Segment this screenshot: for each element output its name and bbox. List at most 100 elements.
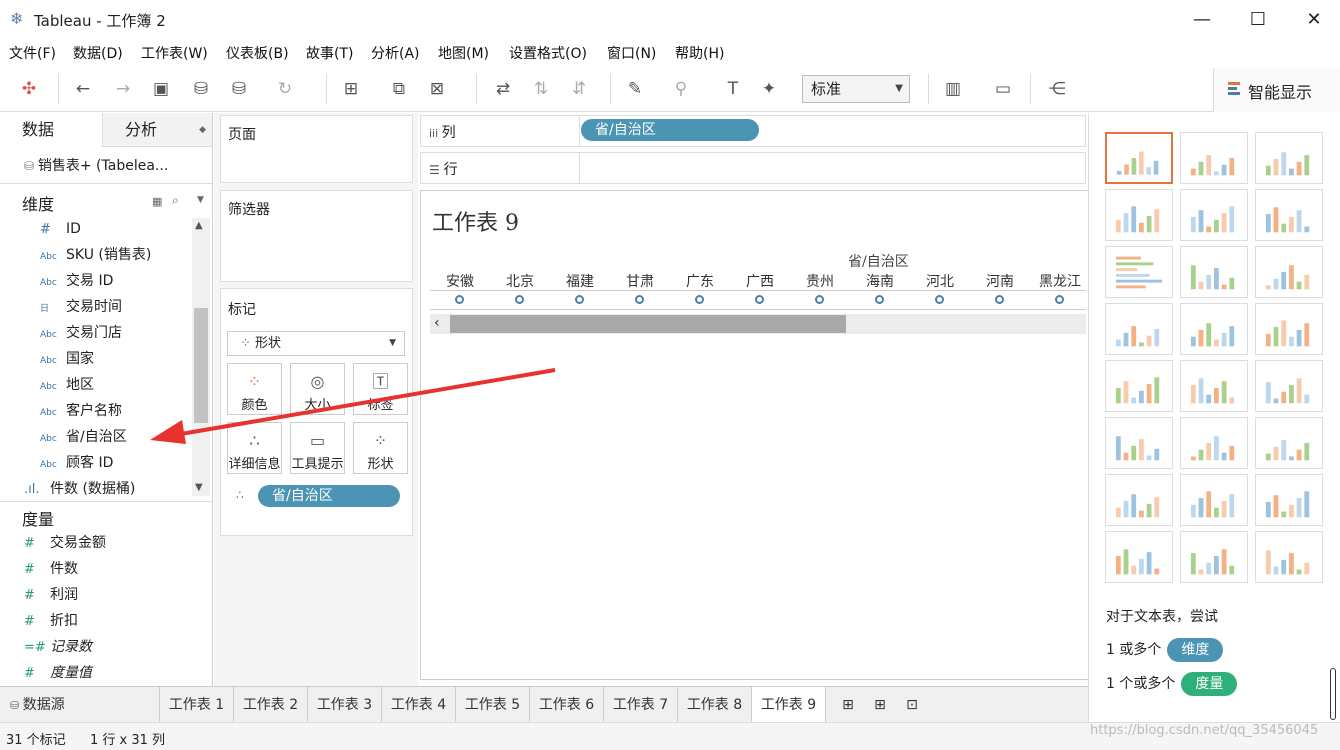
area-discrete-chart-type[interactable] [1180,417,1248,469]
shape-mark[interactable] [455,295,464,304]
scrollbar-thumb[interactable] [450,315,846,333]
province-header[interactable]: 甘肃 [610,271,670,291]
sort-ascending-icon[interactable]: ⇅ [528,76,554,102]
menu-help[interactable]: 帮助(H) [675,43,724,63]
field-dimension[interactable]: Abc 省/自治区 [40,424,127,450]
field-dimension[interactable]: Abc SKU (销售表) [40,242,151,268]
field-dimension[interactable]: Abc 国家 [40,346,94,372]
horizontal-bars-chart-type[interactable] [1105,246,1173,298]
show-me-scrollbar[interactable] [1330,668,1336,720]
presentation-mode-icon[interactable]: ▭ [990,76,1016,102]
province-header[interactable]: 河北 [910,271,970,291]
province-header[interactable]: 广西 [730,271,790,291]
menu-map[interactable]: 地图(M) [438,43,489,63]
field-measure[interactable]: =# 记录数 [24,634,92,660]
side-by-side-bars-chart-type[interactable] [1255,246,1323,298]
province-header[interactable]: 海南 [850,271,910,291]
pin-axes-icon[interactable]: ✦ [756,76,782,102]
new-datasource-icon[interactable]: ⛁ [188,76,214,102]
menu-window[interactable]: 窗口(N) [607,43,656,63]
highlight-icon[interactable]: ✎ [622,76,648,102]
share-icon[interactable]: ⋲ [1044,76,1070,102]
tab-data[interactable]: 数据 [0,113,102,147]
show-me-button[interactable]: 智能显示 [1213,68,1340,112]
pages-card[interactable]: 页面 [220,115,413,183]
province-header[interactable]: 北京 [490,271,550,291]
province-header[interactable]: 黑龙江 [1030,271,1090,291]
filled-map-chart-type[interactable] [1180,189,1248,241]
shape-mark[interactable] [1055,295,1064,304]
field-dimension[interactable]: Abc 交易 ID [40,268,113,294]
symbol-map-chart-type[interactable] [1105,189,1173,241]
new-sheet-icon[interactable]: ⊞ [338,76,364,102]
province-header[interactable]: 河南 [970,271,1030,291]
refresh-icon[interactable]: ↻ [272,76,298,102]
highlight-table-chart-type[interactable] [1255,132,1323,184]
sheet-tab[interactable]: 工作表 7 [604,687,678,723]
close-button[interactable]: ✕ [1299,6,1329,34]
sort-descending-icon[interactable]: ⇵ [566,76,592,102]
clear-sheet-icon[interactable]: ⊠ [424,76,450,102]
new-story-icon[interactable]: ⊡ [896,687,928,723]
sheet-tab[interactable]: 工作表 2 [234,687,308,723]
minimize-button[interactable]: — [1187,6,1217,34]
field-dimension[interactable]: # ID [40,216,81,242]
province-header[interactable]: 广东 [670,271,730,291]
box-whisker-chart-type[interactable] [1255,474,1323,526]
horizontal-scrollbar[interactable]: ‹ [430,314,1086,334]
columns-pill[interactable]: 省/自治区 [581,119,759,141]
detail-pill[interactable]: 省/自治区 [258,485,400,507]
view-mode-icon[interactable]: ▦ [152,195,162,208]
field-measure[interactable]: # 利润 [24,582,78,608]
field-measure[interactable]: # 件数 [24,556,78,582]
field-bin[interactable]: .ıl. 件数 (数据桶) [24,476,135,502]
show-mark-labels-icon[interactable]: T [720,76,746,102]
circle-views-chart-type[interactable] [1180,303,1248,355]
field-measure[interactable]: # 度量值 [24,660,92,686]
shape-mark[interactable] [875,295,884,304]
province-header[interactable]: 安徽 [430,271,490,291]
field-dimension[interactable]: Abc 交易门店 [40,320,122,346]
dual-lines-chart-type[interactable] [1255,360,1323,412]
pie-chart-chart-type[interactable] [1255,189,1323,241]
filters-card[interactable]: 筛选器 [220,190,413,282]
treemap-chart-type[interactable] [1105,303,1173,355]
sheet-tab[interactable]: 工作表 1 [160,687,234,723]
pause-updates-icon[interactable]: ⛁ [226,76,252,102]
field-measure[interactable]: # 折扣 [24,608,78,634]
datasource-tab[interactable]: ⛁ 数据源 [0,687,160,723]
swap-rows-columns-icon[interactable]: ⇄ [490,76,516,102]
show-cards-icon[interactable]: ▥ [940,76,966,102]
side-by-side-circles-chart-type[interactable] [1255,303,1323,355]
group-members-icon[interactable]: ⚲ [668,76,694,102]
menu-file[interactable]: 文件(F) [9,43,56,63]
dual-combination-chart-type[interactable] [1255,417,1323,469]
sheet-tab[interactable]: 工作表 5 [456,687,530,723]
histogram-chart-type[interactable] [1180,474,1248,526]
menu-dashboard[interactable]: 仪表板(B) [226,43,289,63]
undo-icon[interactable]: ← [70,76,96,102]
heat-map-chart-type[interactable] [1180,132,1248,184]
shape-mark[interactable] [755,295,764,304]
menu-data[interactable]: 数据(D) [73,43,123,63]
maximize-button[interactable]: ☐ [1243,6,1273,34]
shape-mark[interactable] [815,295,824,304]
field-dimension[interactable]: Abc 客户名称 [40,398,122,424]
chevron-up-icon[interactable]: ▲ [195,220,203,231]
tableau-home-icon[interactable]: ✣ [16,76,42,102]
chevron-down-icon[interactable]: ▼ [195,482,203,493]
datasource-item[interactable]: ⛁ 销售表+ (Tabelea... [24,155,168,175]
text-table-chart-type[interactable] [1105,132,1173,184]
gantt-chart-chart-type[interactable] [1105,531,1173,583]
field-dimension[interactable]: Abc 地区 [40,372,94,398]
shape-mark[interactable] [575,295,584,304]
shape-mark[interactable] [695,295,704,304]
packed-bubbles-chart-type[interactable] [1255,531,1323,583]
menu-format[interactable]: 设置格式(O) [509,43,587,63]
save-icon[interactable]: ▣ [148,76,174,102]
field-dimension[interactable]: 日 交易时间 [40,294,122,320]
shape-mark[interactable] [935,295,944,304]
chevron-left-icon[interactable]: ‹ [434,315,440,331]
area-continuous-chart-type[interactable] [1105,417,1173,469]
vertical-scrollbar[interactable]: ▲ ▼ [192,218,210,496]
